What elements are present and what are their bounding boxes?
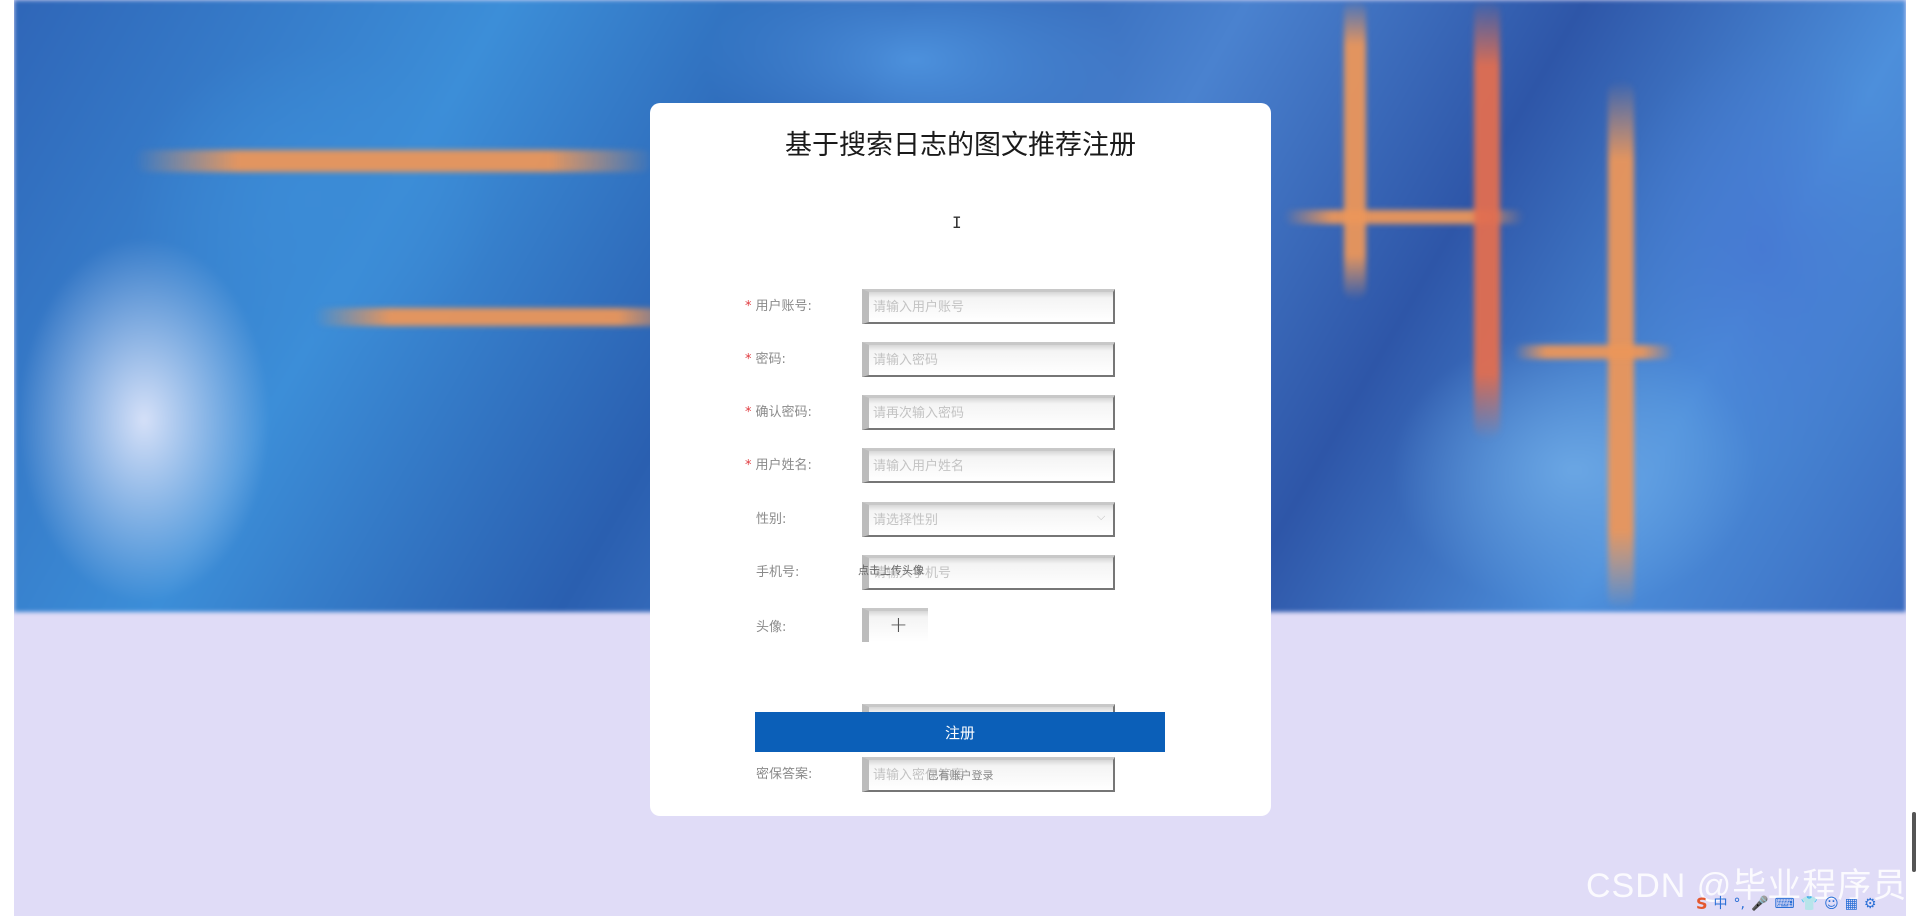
paint-stroke bbox=[1514, 345, 1674, 359]
text-cursor-icon: I bbox=[952, 213, 962, 232]
password-input[interactable] bbox=[862, 342, 1115, 377]
form-row-username: * 用户姓名: bbox=[650, 448, 1271, 484]
page-scrollbar[interactable] bbox=[1912, 812, 1916, 872]
required-mark: * bbox=[745, 352, 752, 367]
register-card: 基于搜索日志的图文推荐注册 *用户账号: *密码: *确认密码: *用户姓名: … bbox=[650, 103, 1271, 816]
password-label: * 密码: bbox=[745, 352, 786, 367]
avatar-upload-button[interactable]: + bbox=[862, 608, 928, 642]
gender-select[interactable]: ⌵ bbox=[862, 502, 1115, 537]
upload-hint: 点击上传头像 bbox=[858, 564, 924, 577]
skin-icon[interactable]: 👕 bbox=[1801, 893, 1818, 915]
grid-icon[interactable]: ▦ bbox=[1845, 893, 1858, 915]
account-label: * 用户账号: bbox=[745, 299, 812, 314]
page-title: 基于搜索日志的图文推荐注册 bbox=[785, 130, 1136, 161]
login-link[interactable]: 已有账户登录 bbox=[650, 767, 1271, 783]
ime-mode-toggle[interactable]: 中 bbox=[1714, 893, 1728, 915]
form-row-gender: 性别: ⌵ bbox=[650, 502, 1271, 538]
username-input[interactable] bbox=[862, 448, 1115, 483]
paint-stroke bbox=[1344, 0, 1366, 300]
required-mark: * bbox=[745, 299, 752, 314]
account-input[interactable] bbox=[862, 289, 1115, 324]
required-mark: * bbox=[745, 405, 752, 420]
phone-label: 手机号: bbox=[756, 565, 800, 580]
plus-icon: + bbox=[889, 613, 908, 638]
paint-stroke bbox=[1474, 0, 1500, 440]
form-row-avatar: 头像: + bbox=[650, 608, 1271, 646]
form-row-password: * 密码: bbox=[650, 342, 1271, 378]
paint-stroke bbox=[134, 150, 654, 172]
punctuation-toggle[interactable]: °, bbox=[1734, 893, 1745, 915]
ime-logo-icon[interactable]: S bbox=[1696, 893, 1708, 915]
form-row-confirm-password: * 确认密码: bbox=[650, 395, 1271, 431]
confirm-password-label: * 确认密码: bbox=[745, 405, 812, 420]
register-button[interactable]: 注册 bbox=[755, 712, 1165, 752]
confirm-password-input[interactable] bbox=[862, 395, 1115, 430]
microphone-icon[interactable]: 🎤 bbox=[1751, 893, 1768, 915]
gender-label: 性别: bbox=[756, 512, 787, 527]
avatar-label: 头像: bbox=[756, 620, 787, 635]
form-row-phone: 手机号: bbox=[650, 555, 1271, 591]
ime-tray: S 中 °, 🎤 ⌨ 👕 ☺ ▦ ⚙ bbox=[1692, 893, 1920, 915]
user-icon[interactable]: ☺ bbox=[1824, 893, 1839, 915]
gender-select-display[interactable] bbox=[862, 502, 1115, 537]
keyboard-icon[interactable]: ⌨ bbox=[1774, 893, 1794, 915]
chevron-down-icon: ⌵ bbox=[1097, 510, 1106, 523]
required-mark: * bbox=[745, 458, 752, 473]
settings-icon[interactable]: ⚙ bbox=[1864, 893, 1877, 915]
form-row-account: * 用户账号: bbox=[650, 289, 1271, 325]
username-label: * 用户姓名: bbox=[745, 458, 812, 473]
paint-stroke bbox=[314, 308, 694, 326]
